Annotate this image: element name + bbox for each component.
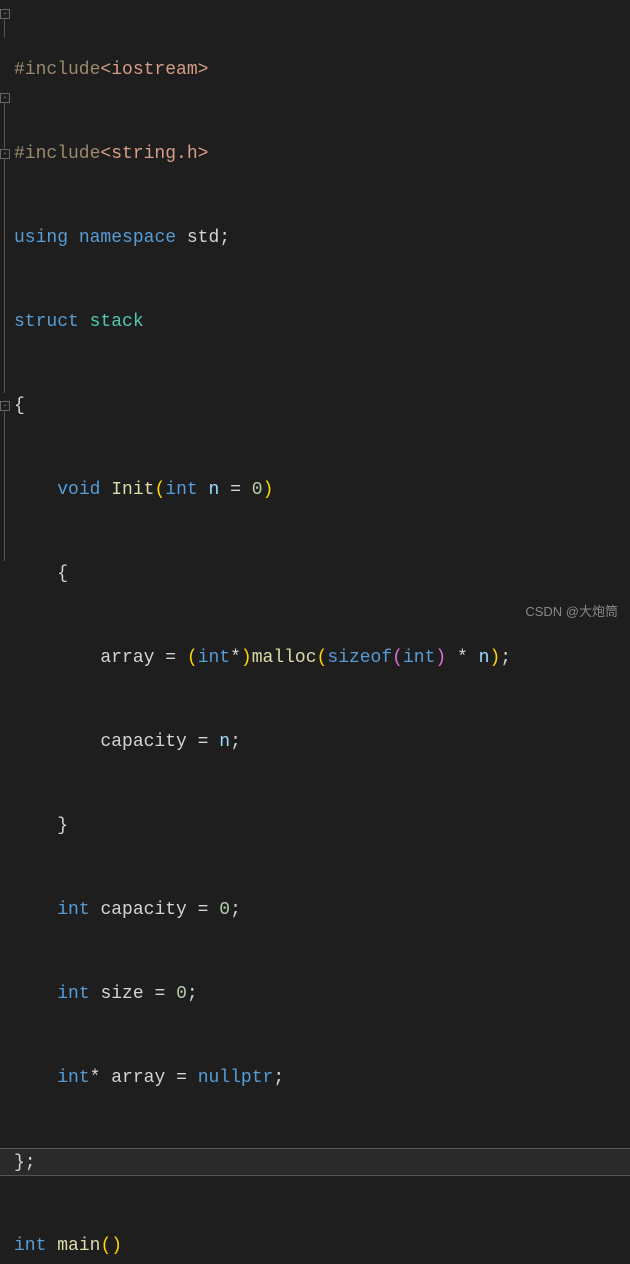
code-line: int capacity = 0; — [14, 896, 630, 924]
code-area[interactable]: #include<iostream> #include<string.h> us… — [12, 0, 630, 632]
code-line: #include<iostream> — [14, 56, 630, 84]
fold-gutter: - - - - — [0, 0, 12, 632]
code-line-active: }; — [0, 1148, 630, 1176]
code-line: int main() — [14, 1232, 630, 1260]
code-line: struct stack — [14, 308, 630, 336]
code-line: { — [14, 560, 630, 588]
fold-icon[interactable]: - — [0, 149, 10, 159]
code-line: capacity = n; — [14, 728, 630, 756]
code-line: int size = 0; — [14, 980, 630, 1008]
fold-icon[interactable]: - — [0, 93, 10, 103]
code-line: using namespace std; — [14, 224, 630, 252]
code-line: int* array = nullptr; — [14, 1064, 630, 1092]
code-line: #include<string.h> — [14, 140, 630, 168]
code-editor[interactable]: - - - - #include<iostream> #include<stri… — [0, 0, 630, 632]
code-line: } — [14, 812, 630, 840]
fold-icon[interactable]: - — [0, 9, 10, 19]
code-line: array = (int*)malloc(sizeof(int) * n); — [14, 644, 630, 672]
code-line: void Init(int n = 0) — [14, 476, 630, 504]
fold-icon[interactable]: - — [0, 401, 10, 411]
watermark: CSDN @大炮筒 — [525, 598, 618, 626]
code-line: { — [14, 392, 630, 420]
